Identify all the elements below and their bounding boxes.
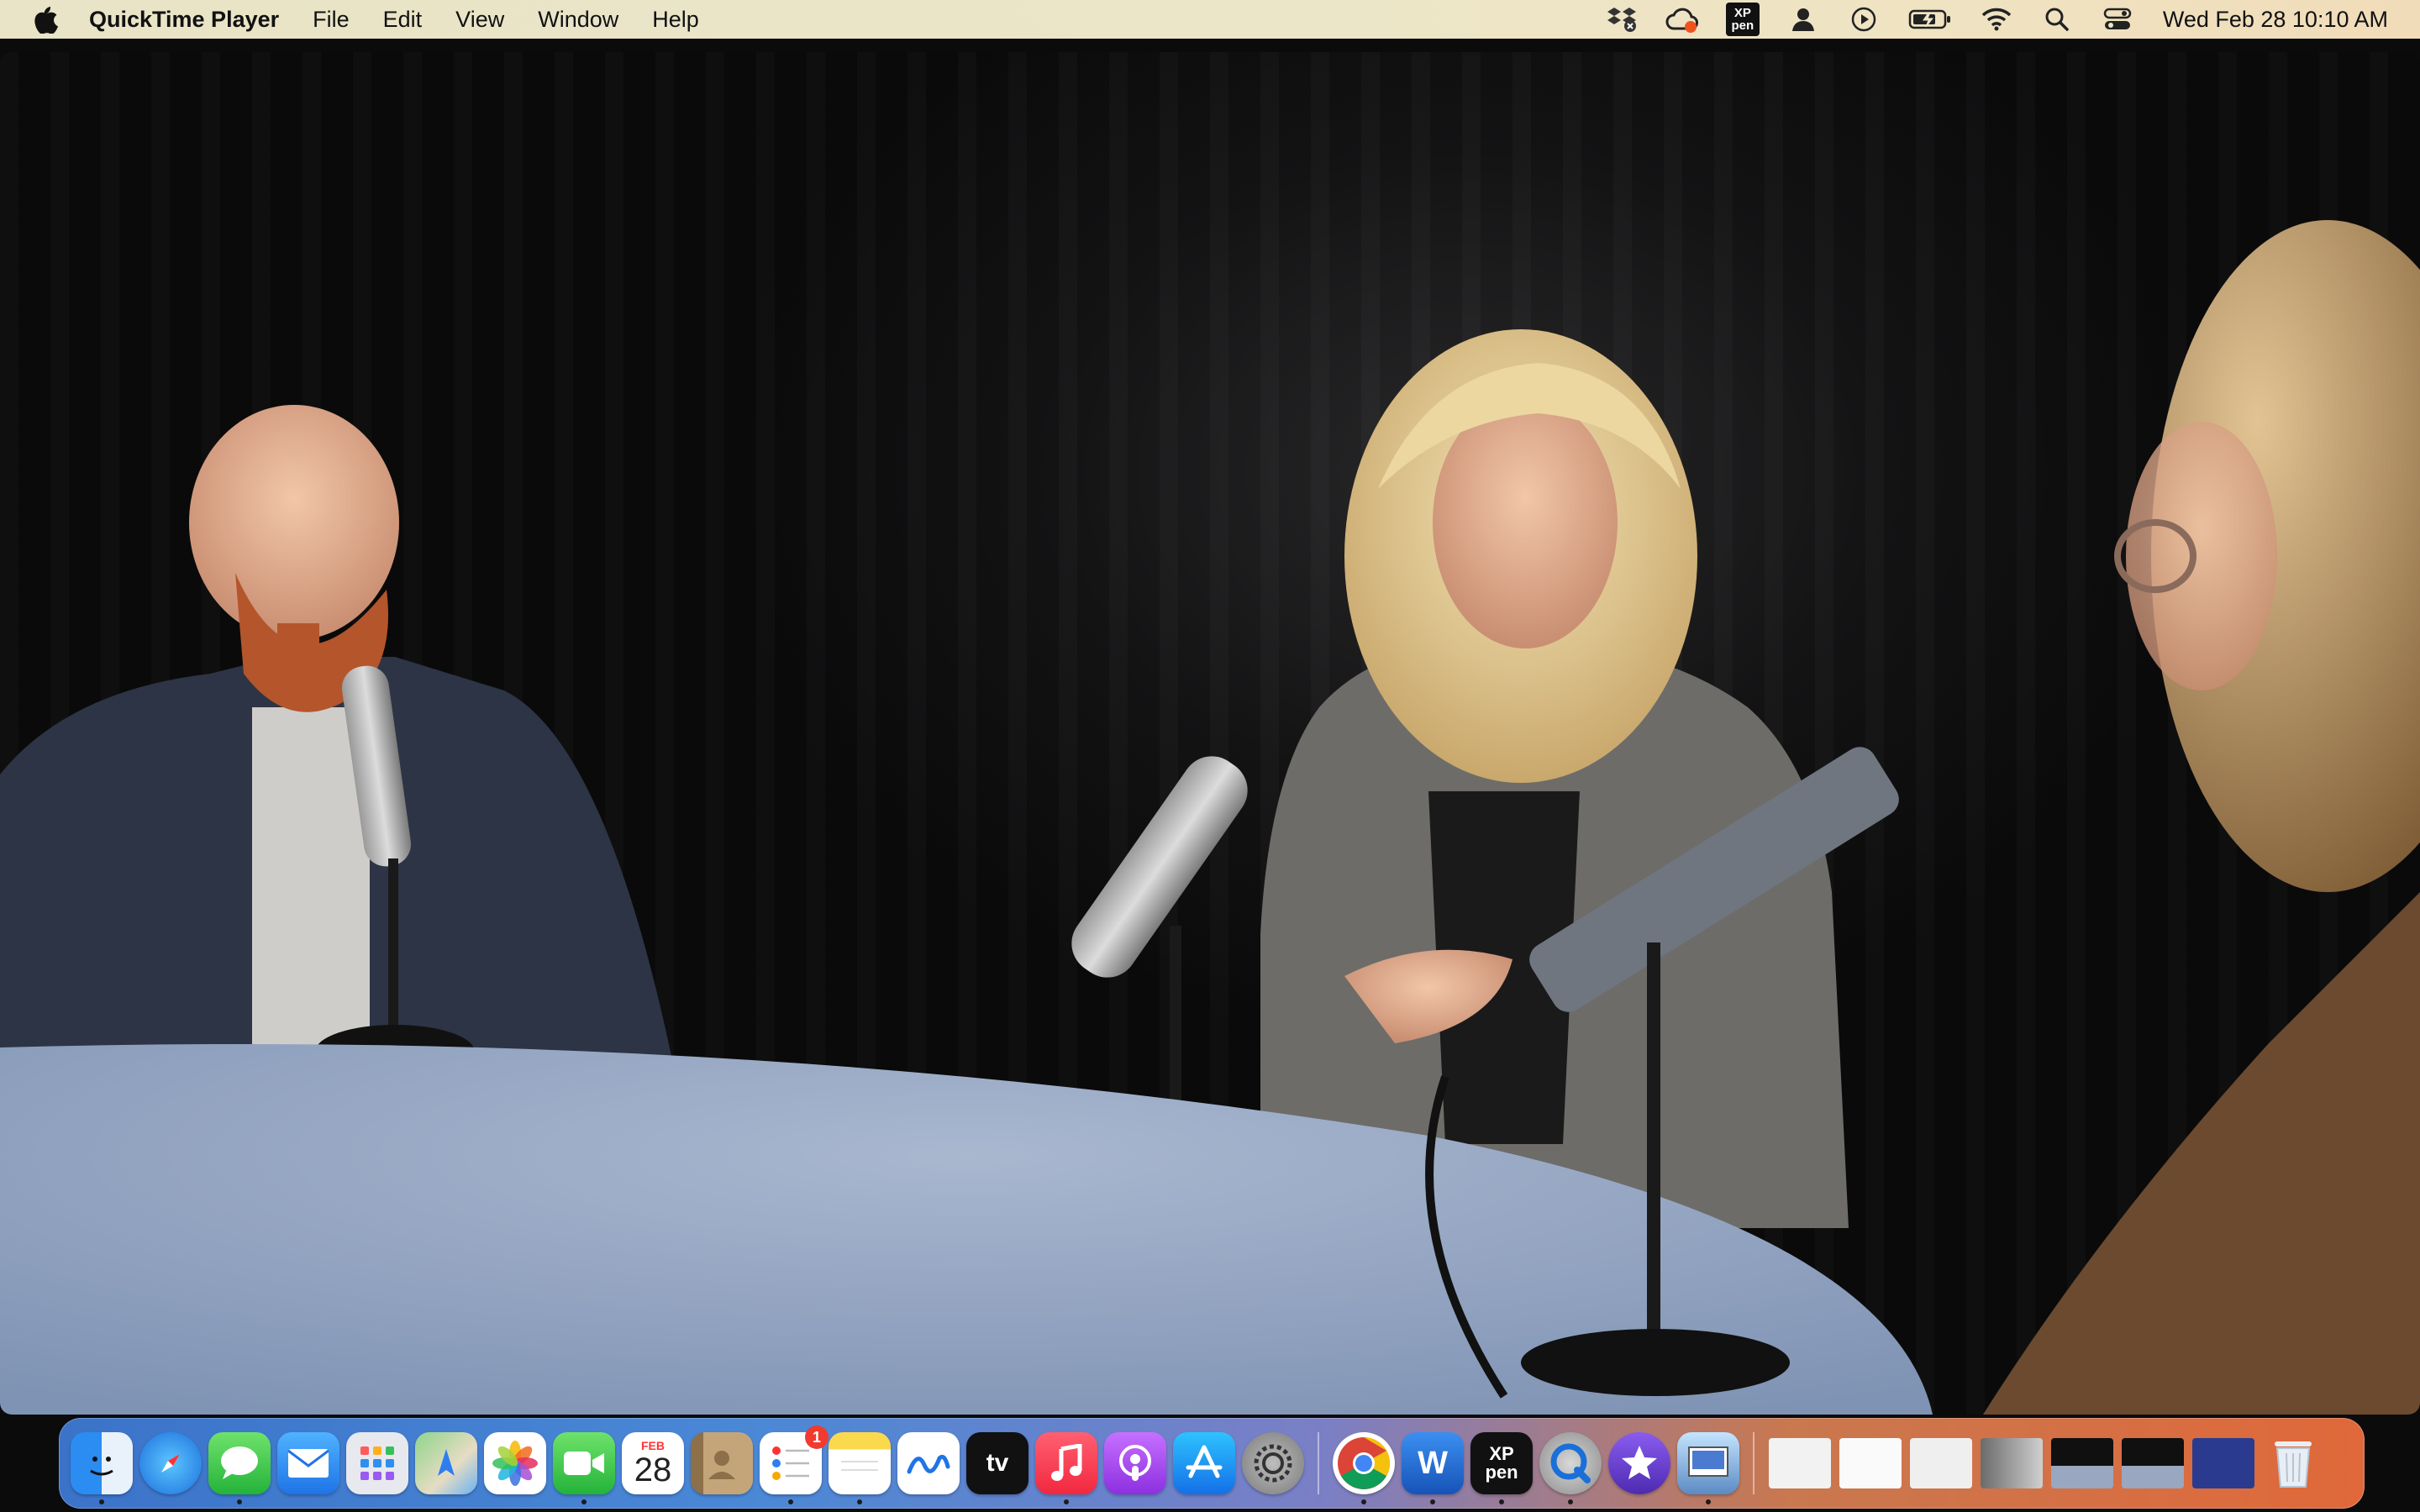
dock-finder-running-dot [99,1499,104,1504]
xppen-dock-top: XP [1489,1443,1514,1464]
control-center-icon[interactable] [2101,3,2134,36]
dock-messages-icon[interactable] [208,1432,271,1504]
xppen-status-icon[interactable]: XP pen [1725,3,1760,36]
dock-photos-icon[interactable] [484,1432,546,1494]
dock-reminders-icon[interactable]: 1 [760,1425,829,1504]
host-center [1260,329,1849,1228]
menu-file[interactable]: File [313,7,350,33]
dock-messages-running-dot [237,1499,242,1504]
podcast-scene [0,220,2420,1415]
creative-cloud-icon[interactable] [1665,3,1699,36]
guest-right-foreground [1983,220,2420,1415]
calendar-month: FEB [641,1439,665,1452]
dock-facetime-running-dot [581,1499,587,1504]
dock-system-settings-icon[interactable] [1242,1432,1304,1494]
apple-menu-icon[interactable] [29,3,62,36]
menu-window[interactable]: Window [538,7,618,33]
menu-bar: QuickTime Player File Edit View Window H… [0,0,2420,39]
dropbox-icon[interactable] [1605,3,1639,36]
dock-podcasts-icon[interactable] [1104,1432,1166,1494]
dock-notes-icon[interactable] [829,1432,891,1504]
menu-view[interactable]: View [455,7,504,33]
dock-minimized-window-5[interactable] [2051,1438,2113,1488]
dock-xppen-running-dot [1499,1499,1504,1504]
dock-contacts-icon[interactable] [691,1432,753,1494]
dock-word-icon[interactable]: W [1402,1432,1464,1504]
dock-minimized-window-2[interactable] [1839,1438,1902,1488]
apple-tv-label: tv [986,1449,1009,1477]
dock-chrome-running-dot [1361,1499,1366,1504]
word-label: W [1418,1445,1448,1481]
dock-separator [1318,1432,1319,1494]
dock-quicktime-icon[interactable] [1539,1432,1602,1504]
dock-word-running-dot [1430,1499,1435,1504]
guest-left [0,405,672,1119]
spotlight-search-icon[interactable] [2040,3,2074,36]
xppen-dock-bottom: pen [1485,1462,1518,1483]
app-name-menu[interactable]: QuickTime Player [89,7,279,33]
dock-minimized-window-4[interactable] [1981,1438,2043,1488]
dock-minimized-window-6[interactable] [2122,1438,2184,1488]
dock-music-running-dot [1064,1499,1069,1504]
dock-preview-icon[interactable] [1677,1432,1739,1504]
dock-facetime-icon[interactable] [553,1432,615,1504]
dock-preview-running-dot [1706,1499,1711,1504]
xppen-label-bottom: pen [1731,18,1754,33]
dock-xppen-icon[interactable]: XP pen [1470,1432,1533,1504]
dock-reminders-running-dot [788,1499,793,1504]
dock-mail-icon[interactable] [277,1432,339,1494]
play-circle-icon[interactable] [1847,3,1881,36]
dock-music-icon[interactable] [1035,1432,1097,1504]
quicktime-video-frame[interactable] [0,52,2420,1415]
xppen-label-top: XP [1733,6,1751,20]
dock-finder-icon[interactable] [71,1432,133,1504]
dock-trash-icon[interactable] [2262,1432,2324,1494]
dock-chrome-icon[interactable] [1333,1432,1395,1504]
dock-notes-running-dot [857,1499,862,1504]
dock-minimized-window-1[interactable] [1769,1438,1831,1488]
menu-bar-clock[interactable]: Wed Feb 28 10:10 AM [2163,7,2388,33]
dock-safari-icon[interactable] [139,1432,202,1494]
menu-edit[interactable]: Edit [383,7,423,33]
dock-imovie-icon[interactable] [1608,1432,1670,1494]
dock-apple-tv-icon[interactable]: tv [966,1432,1028,1494]
dock-minimized-window-3[interactable] [1910,1438,1972,1488]
dock-quicktime-running-dot [1568,1499,1573,1504]
dock-launchpad-icon[interactable] [346,1432,408,1494]
calendar-day: 28 [634,1452,672,1488]
user-icon[interactable] [1786,3,1820,36]
dock-separator-2 [1753,1432,1754,1494]
battery-icon[interactable] [1907,3,1953,36]
reminders-badge: 1 [805,1425,829,1449]
dock-minimized-window-7[interactable] [2192,1438,2254,1488]
dock-calendar-icon[interactable]: FEB 28 [622,1432,684,1494]
wifi-icon[interactable] [1980,3,2013,36]
dock: FEB 28 1 tv W XP pen [59,1418,2365,1509]
dock-freeform-icon[interactable] [897,1432,960,1494]
dock-app-store-icon[interactable] [1173,1432,1235,1494]
dock-maps-icon[interactable] [415,1432,477,1494]
menu-help[interactable]: Help [652,7,699,33]
